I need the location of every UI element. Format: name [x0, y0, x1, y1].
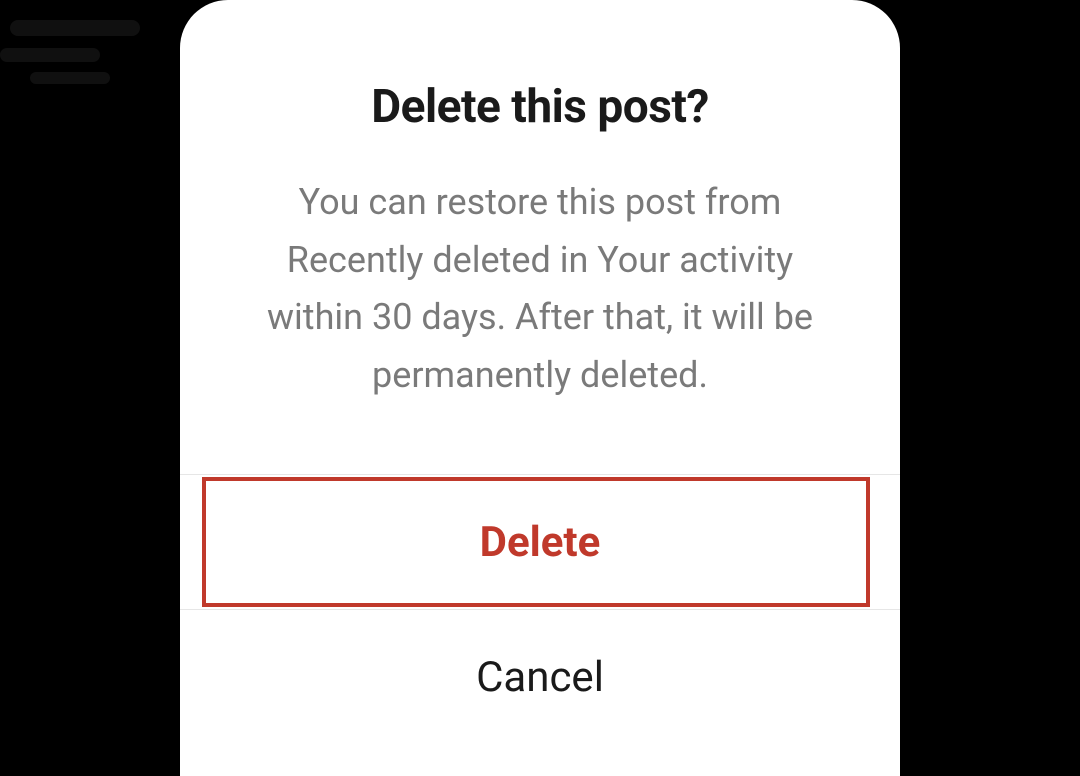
modal-body: You can restore this post from Recently … [180, 174, 900, 474]
cancel-button-label: Cancel [476, 653, 604, 702]
modal-actions: Delete Cancel [180, 474, 900, 744]
cancel-button[interactable]: Cancel [180, 609, 900, 744]
background-artifact [0, 48, 100, 62]
delete-post-modal: Delete this post? You can restore this p… [180, 0, 900, 776]
delete-button-label: Delete [480, 518, 601, 567]
delete-button[interactable]: Delete [180, 474, 900, 609]
modal-description: You can restore this post from Recently … [250, 174, 830, 404]
modal-title: Delete this post? [240, 80, 840, 134]
background-artifact [30, 72, 110, 84]
background-artifact [10, 20, 140, 36]
modal-header: Delete this post? [180, 0, 900, 174]
